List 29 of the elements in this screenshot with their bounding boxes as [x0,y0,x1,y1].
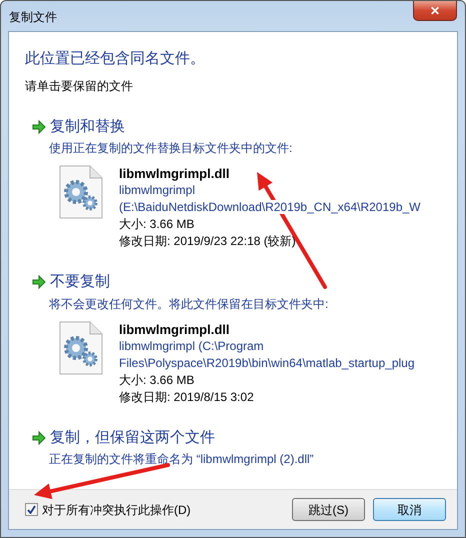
option-description: 正在复制的文件将重命名为 “libmwlmgrimpl (2).dll” [49,451,315,468]
heading: 此位置已经包含同名文件。 [25,49,206,69]
file-location: libmwlmgrimpl [119,183,196,197]
file-modified: 修改日期: 2019/9/23 22:18 (较新) [119,233,297,250]
file-name: libmwlmgrimpl.dll [119,165,231,182]
checkbox-label: 对于所有冲突执行此操作(D) [42,502,191,518]
file-gear-icon [59,320,103,374]
file-location: (E:\BaiduNetdiskDownload\R2019b_CN_x64\R2019b_W [119,200,421,214]
file-modified: 修改日期: 2019/8/15 3:02 [119,388,255,406]
close-button[interactable]: ✕ [413,1,457,21]
instruction-text: 请单击要保留的文件 [25,78,134,94]
option-description: 使用正在复制的文件替换目标文件夹中的文件: [49,140,294,157]
file-size: 大小: 3.66 MB [119,372,196,388]
window-title: 复制文件 [9,9,57,26]
file-name: libmwlmgrimpl.dll [119,320,231,338]
arrow-icon [31,430,47,446]
dialog-button[interactable]: 取消 [373,498,446,521]
file-gear-icon [59,165,103,219]
checkbox[interactable] [25,503,38,516]
option-title[interactable]: 复制，但保留这两个文件 [50,426,215,449]
file-size: 大小: 3.66 MB [119,216,196,233]
arrow-icon [31,274,47,290]
arrow-icon [31,118,47,135]
option-description: 将不会更改任何文件。将此文件保留在目标文件夹中: [49,296,330,312]
option-title[interactable]: 不要复制 [50,271,110,294]
option-title[interactable]: 复制和替换 [50,116,125,138]
file-location: Files\Polyspace\R2019b\bin\win64\matlab_startup_plug [119,356,415,370]
file-location: libmwlmgrimpl (C:\Program [119,338,264,352]
dialog-button[interactable]: 跳过(S) [292,498,365,521]
